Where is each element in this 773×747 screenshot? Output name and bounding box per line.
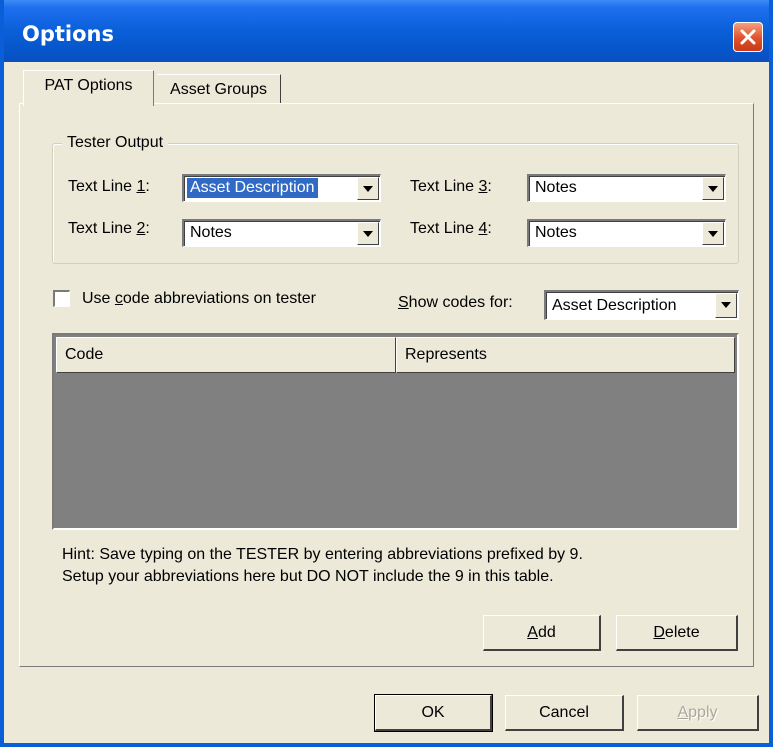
text-line-4-value: Notes (535, 224, 577, 241)
column-header-represents[interactable]: Represents (396, 337, 735, 373)
delete-button[interactable]: Delete (616, 615, 738, 651)
chevron-down-icon (363, 231, 373, 237)
tab-pat-options[interactable]: PAT Options (23, 70, 154, 106)
text-line-4-label: Text Line 4: (410, 220, 492, 237)
chevron-down-icon (363, 186, 373, 192)
show-codes-for-value: Asset Description (552, 297, 677, 314)
dropdown-button[interactable] (702, 177, 724, 200)
add-button-label: dd (537, 624, 556, 641)
title-bar[interactable]: Options (4, 0, 769, 62)
dropdown-button[interactable] (715, 293, 737, 318)
dropdown-button[interactable] (357, 222, 379, 245)
dropdown-button[interactable] (702, 222, 724, 245)
ok-button[interactable]: OK (374, 694, 493, 732)
column-header-label: Represents (405, 346, 487, 363)
text-line-2-value: Notes (190, 224, 232, 241)
hint-line-2: Setup your abbreviations here but DO NOT… (62, 568, 554, 585)
text-line-1-select[interactable]: Asset Description (182, 174, 381, 202)
delete-button-label: elete (664, 624, 700, 641)
use-code-abbreviations-label[interactable]: Use code abbreviations on tester (82, 290, 316, 308)
ok-button-label: OK (421, 704, 445, 721)
chevron-down-icon (721, 302, 731, 308)
text-line-4-select[interactable]: Notes (527, 219, 726, 247)
cancel-button-label: Cancel (539, 704, 589, 721)
column-header-code[interactable]: Code (56, 337, 396, 373)
add-button-key: A (527, 624, 538, 641)
tab-label: PAT Options (44, 77, 133, 94)
show-codes-for-select[interactable]: Asset Description (544, 290, 739, 320)
close-button[interactable] (733, 22, 763, 52)
text-line-2-label: Text Line 2: (68, 220, 150, 237)
abbreviations-grid[interactable]: Code Represents (52, 333, 739, 530)
chevron-down-icon (708, 231, 718, 237)
add-button[interactable]: Add (483, 615, 601, 651)
text-line-3-label: Text Line 3: (410, 178, 492, 195)
hint-line-1: Hint: Save typing on the TESTER by enter… (62, 546, 583, 563)
text-line-2-select[interactable]: Notes (182, 219, 381, 247)
text-line-1-value: Asset Description (187, 178, 318, 198)
window-title: Options (22, 22, 114, 46)
column-header-label: Code (65, 346, 104, 363)
delete-button-key: D (653, 624, 665, 641)
dropdown-button[interactable] (357, 177, 379, 200)
tester-output-legend: Tester Output (62, 134, 169, 152)
tab-asset-groups[interactable]: Asset Groups (157, 74, 281, 104)
text-line-1-label: Text Line 1: (68, 178, 150, 195)
tab-label: Asset Groups (170, 81, 267, 98)
chevron-down-icon (708, 186, 718, 192)
cancel-button[interactable]: Cancel (505, 695, 624, 731)
text-line-3-select[interactable]: Notes (527, 174, 726, 202)
apply-button-label: Apply (677, 704, 718, 721)
text-line-3-value: Notes (535, 179, 577, 196)
show-codes-for-label: Show codes for: (398, 294, 513, 311)
apply-button[interactable]: Apply (637, 695, 759, 731)
use-code-abbreviations-checkbox[interactable] (53, 290, 70, 307)
